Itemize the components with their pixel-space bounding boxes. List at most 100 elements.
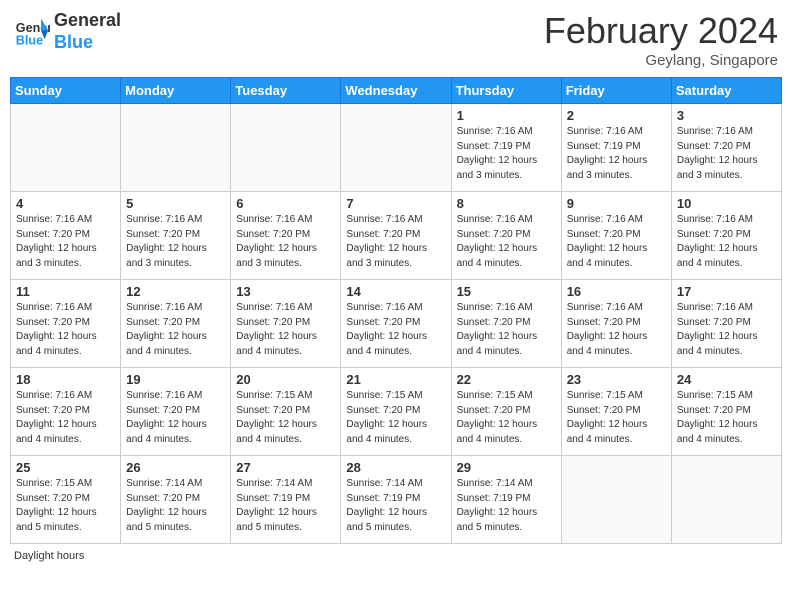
page-header: General Blue General Blue February 2024 … <box>10 10 782 69</box>
calendar-cell: 28Sunrise: 7:14 AMSunset: 7:19 PMDayligh… <box>341 456 451 544</box>
day-number: 18 <box>16 372 115 387</box>
calendar-cell: 3 Sunrise: 7:16 AMSunset: 7:20 PMDaylight… <box>671 104 781 192</box>
day-info: Sunrise: 7:16 AMSunset: 7:20 PMDaylight:… <box>126 389 225 447</box>
day-number: 29 <box>457 460 556 475</box>
day-number: 16 <box>567 284 666 299</box>
day-info: Sunrise: 7:16 AMSunset: 7:20 PMDaylight:… <box>457 213 556 271</box>
day-info: Sunrise: 7:16 AMSunset: 7:20 PMDaylight:… <box>126 301 225 359</box>
calendar-cell: 6 Sunrise: 7:16 AMSunset: 7:20 PMDaylight… <box>231 192 341 280</box>
day-number: 9 <box>567 196 666 211</box>
calendar-cell: 24 Sunrise: 7:15 AMSunset: 7:20 PMDayligh… <box>671 368 781 456</box>
day-info: Sunrise: 7:16 AMSunset: 7:19 PMDaylight:… <box>567 125 666 183</box>
header-tuesday: Tuesday <box>231 78 341 104</box>
header-saturday: Saturday <box>671 78 781 104</box>
day-number: 13 <box>236 284 335 299</box>
calendar-cell <box>11 104 121 192</box>
calendar-cell: 26 Sunrise: 7:14 AMSunset: 7:20 PMDayligh… <box>121 456 231 544</box>
day-number: 11 <box>16 284 115 299</box>
day-number: 10 <box>677 196 776 211</box>
day-number: 14 <box>346 284 445 299</box>
day-number: 21 <box>346 372 445 387</box>
day-number: 8 <box>457 196 556 211</box>
day-info: Sunrise: 7:16 AMSunset: 7:20 PMDaylight:… <box>236 213 335 271</box>
calendar-cell: 4Sunrise: 7:16 AMSunset: 7:20 PMDaylight… <box>11 192 121 280</box>
header-thursday: Thursday <box>451 78 561 104</box>
day-number: 15 <box>457 284 556 299</box>
location: Geylang, Singapore <box>544 52 778 69</box>
calendar-cell: 20 Sunrise: 7:15 AMSunset: 7:20 PMDayligh… <box>231 368 341 456</box>
calendar-cell: 27 Sunrise: 7:14 AMSunset: 7:19 PMDayligh… <box>231 456 341 544</box>
day-number: 25 <box>16 460 115 475</box>
calendar-cell: 18 Sunrise: 7:16 AMSunset: 7:20 PMDayligh… <box>11 368 121 456</box>
title-block: February 2024 Geylang, Singapore <box>544 10 778 69</box>
logo-blue-text: Blue <box>54 32 121 54</box>
day-info: Sunrise: 7:16 AMSunset: 7:20 PMDaylight:… <box>457 301 556 359</box>
calendar-cell: 23Sunrise: 7:15 AMSunset: 7:20 PMDayligh… <box>561 368 671 456</box>
header-friday: Friday <box>561 78 671 104</box>
day-number: 12 <box>126 284 225 299</box>
day-info: Sunrise: 7:15 AMSunset: 7:20 PMDaylight:… <box>236 389 335 447</box>
calendar-cell: 2 Sunrise: 7:16 AMSunset: 7:19 PMDaylight… <box>561 104 671 192</box>
day-info: Sunrise: 7:14 AMSunset: 7:20 PMDaylight:… <box>126 477 225 535</box>
day-number: 24 <box>677 372 776 387</box>
logo: General Blue General Blue <box>14 10 121 53</box>
calendar-cell: 16 Sunrise: 7:16 AMSunset: 7:20 PMDayligh… <box>561 280 671 368</box>
day-number: 19 <box>126 372 225 387</box>
day-number: 5 <box>126 196 225 211</box>
calendar-cell: 5 Sunrise: 7:16 AMSunset: 7:20 PMDaylight… <box>121 192 231 280</box>
calendar-week-row: 18 Sunrise: 7:16 AMSunset: 7:20 PMDayligh… <box>11 368 782 456</box>
day-number: 27 <box>236 460 335 475</box>
calendar-cell: 1 Sunrise: 7:16 AMSunset: 7:19 PMDaylight… <box>451 104 561 192</box>
day-number: 6 <box>236 196 335 211</box>
day-info: Sunrise: 7:16 AMSunset: 7:20 PMDaylight:… <box>16 213 115 271</box>
day-info: Sunrise: 7:14 AMSunset: 7:19 PMDaylight:… <box>457 477 556 535</box>
calendar-cell: 11Sunrise: 7:16 AMSunset: 7:20 PMDayligh… <box>11 280 121 368</box>
calendar-cell: 7 Sunrise: 7:16 AMSunset: 7:20 PMDaylight… <box>341 192 451 280</box>
svg-text:Blue: Blue <box>16 33 43 47</box>
calendar-cell <box>671 456 781 544</box>
calendar-table: Sunday Monday Tuesday Wednesday Thursday… <box>10 77 782 544</box>
day-info: Sunrise: 7:15 AMSunset: 7:20 PMDaylight:… <box>567 389 666 447</box>
day-info: Sunrise: 7:14 AMSunset: 7:19 PMDaylight:… <box>236 477 335 535</box>
calendar-cell: 19 Sunrise: 7:16 AMSunset: 7:20 PMDayligh… <box>121 368 231 456</box>
day-number: 3 <box>677 108 776 123</box>
day-info: Sunrise: 7:16 AMSunset: 7:20 PMDaylight:… <box>126 213 225 271</box>
calendar-cell: 8 Sunrise: 7:16 AMSunset: 7:20 PMDaylight… <box>451 192 561 280</box>
calendar-cell <box>121 104 231 192</box>
header-wednesday: Wednesday <box>341 78 451 104</box>
day-info: Sunrise: 7:16 AMSunset: 7:20 PMDaylight:… <box>346 301 445 359</box>
calendar-cell <box>341 104 451 192</box>
logo-general-text: General <box>54 10 121 32</box>
day-info: Sunrise: 7:14 AMSunset: 7:19 PMDaylight:… <box>346 477 445 535</box>
calendar-cell: 9 Sunrise: 7:16 AMSunset: 7:20 PMDaylight… <box>561 192 671 280</box>
header-sunday: Sunday <box>11 78 121 104</box>
calendar-cell <box>561 456 671 544</box>
day-number: 1 <box>457 108 556 123</box>
day-info: Sunrise: 7:16 AMSunset: 7:20 PMDaylight:… <box>677 213 776 271</box>
day-number: 20 <box>236 372 335 387</box>
day-number: 26 <box>126 460 225 475</box>
day-info: Sunrise: 7:16 AMSunset: 7:20 PMDaylight:… <box>677 125 776 183</box>
calendar-cell: 21Sunrise: 7:15 AMSunset: 7:20 PMDayligh… <box>341 368 451 456</box>
day-info: Sunrise: 7:15 AMSunset: 7:20 PMDaylight:… <box>16 477 115 535</box>
day-info: Sunrise: 7:16 AMSunset: 7:19 PMDaylight:… <box>457 125 556 183</box>
calendar-cell: 17Sunrise: 7:16 AMSunset: 7:20 PMDayligh… <box>671 280 781 368</box>
month-title: February 2024 <box>544 10 778 52</box>
day-info: Sunrise: 7:16 AMSunset: 7:20 PMDaylight:… <box>16 389 115 447</box>
day-number: 17 <box>677 284 776 299</box>
header-monday: Monday <box>121 78 231 104</box>
calendar-cell: 25 Sunrise: 7:15 AMSunset: 7:20 PMDayligh… <box>11 456 121 544</box>
footer: Daylight hours <box>10 550 782 562</box>
calendar-cell: 12 Sunrise: 7:16 AMSunset: 7:20 PMDayligh… <box>121 280 231 368</box>
calendar-header-row: Sunday Monday Tuesday Wednesday Thursday… <box>11 78 782 104</box>
day-number: 2 <box>567 108 666 123</box>
calendar-week-row: 11 Sunrise: 7:16 AMSunset: 7:20 PMDayligh… <box>11 280 782 368</box>
day-info: Sunrise: 7:16 AMSunset: 7:20 PMDaylight:… <box>346 213 445 271</box>
day-info: Sunrise: 7:16 AMSunset: 7:20 PMDaylight:… <box>567 301 666 359</box>
day-info: Sunrise: 7:16 AMSunset: 7:20 PMDaylight:… <box>567 213 666 271</box>
calendar-cell: 10 Sunrise: 7:16 AMSunset: 7:20 PMDayligh… <box>671 192 781 280</box>
day-number: 7 <box>346 196 445 211</box>
day-info: Sunrise: 7:15 AMSunset: 7:20 PMDaylight:… <box>677 389 776 447</box>
calendar-cell: 15 Sunrise: 7:16 AMSunset: 7:20 PMDayligh… <box>451 280 561 368</box>
calendar-cell: 29 Sunrise: 7:14 AMSunset: 7:19 PMDayligh… <box>451 456 561 544</box>
